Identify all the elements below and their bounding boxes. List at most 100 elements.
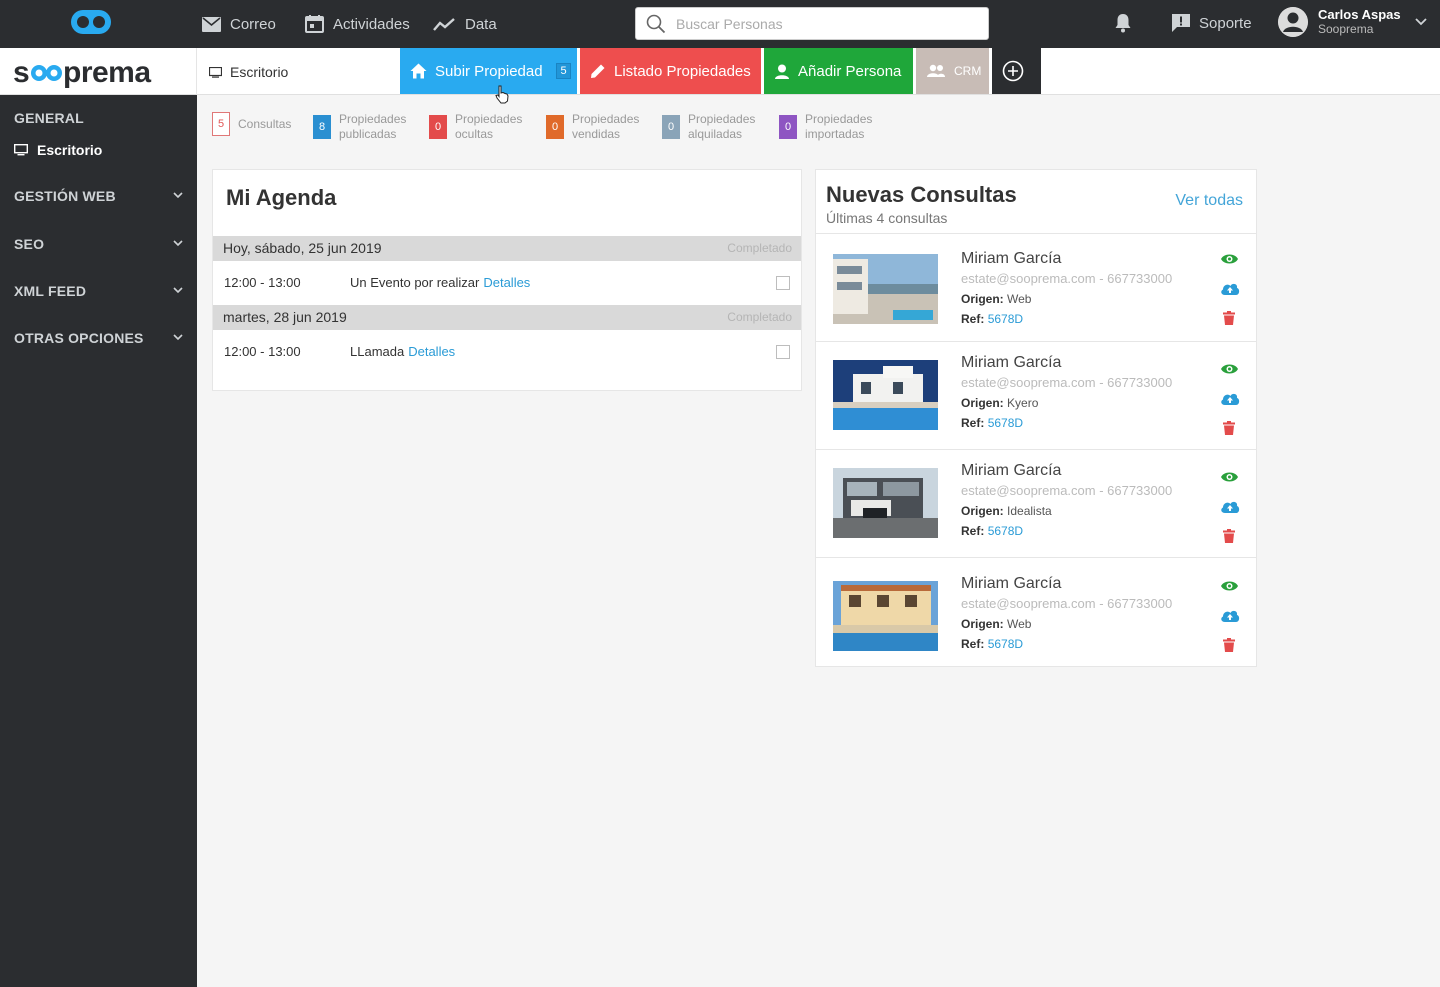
sidebar: GENERAL Escritorio GESTIÓN WEB SEO XML F… bbox=[0, 95, 197, 987]
event-complete-checkbox[interactable] bbox=[776, 276, 790, 290]
cloud-upload-icon[interactable] bbox=[1220, 500, 1240, 513]
search-input[interactable] bbox=[676, 15, 966, 32]
sidebar-section-label: OTRAS OPCIONES bbox=[14, 330, 144, 346]
event-name: Un Evento por realizar bbox=[350, 275, 480, 290]
sidebar-item-escritorio[interactable]: Escritorio bbox=[14, 142, 102, 158]
eye-icon[interactable] bbox=[1220, 580, 1239, 592]
anadir-persona-label: Añadir Persona bbox=[798, 62, 902, 80]
event-complete-checkbox[interactable] bbox=[776, 345, 790, 359]
consulta-item[interactable]: Miriam García estate@sooprema.com - 6677… bbox=[816, 341, 1256, 449]
consulta-origin: Idealista bbox=[1007, 504, 1052, 518]
stat-label: Propiedades bbox=[805, 112, 873, 126]
stat-sublabel: alquiladas bbox=[688, 127, 743, 141]
consulta-item[interactable]: Miriam García estate@sooprema.com - 6677… bbox=[816, 449, 1256, 557]
sidebar-section-gestion-web[interactable]: GESTIÓN WEB bbox=[14, 188, 184, 204]
notifications-bell-icon[interactable] bbox=[1114, 13, 1132, 33]
top-bar: Correo Actividades Data Soporte Carlos A… bbox=[0, 0, 1440, 48]
nav-actividades[interactable]: Actividades bbox=[305, 13, 410, 35]
event-details-link[interactable]: Detalles bbox=[483, 275, 530, 290]
breadcrumb[interactable]: Escritorio bbox=[209, 64, 288, 80]
ref-label: Ref: bbox=[961, 312, 985, 326]
property-thumbnail[interactable] bbox=[833, 468, 938, 538]
svg-text:s: s bbox=[13, 56, 29, 89]
stat-consultas[interactable]: 5 Consultas bbox=[212, 112, 291, 136]
agenda-day-label: Hoy, sábado, 25 jun 2019 bbox=[223, 240, 382, 256]
ref-label: Ref: bbox=[961, 637, 985, 651]
eye-icon[interactable] bbox=[1220, 363, 1239, 375]
consulta-origin: Web bbox=[1007, 617, 1032, 631]
property-thumbnail[interactable] bbox=[833, 360, 938, 430]
chevron-down-icon[interactable] bbox=[173, 192, 183, 199]
stat-alquiladas[interactable]: 0 Propiedades alquiladas bbox=[662, 112, 755, 142]
search-box[interactable] bbox=[635, 7, 989, 40]
consulta-name: Miriam García bbox=[961, 575, 1062, 592]
property-thumbnail[interactable] bbox=[833, 254, 938, 324]
origin-label: Origen: bbox=[961, 617, 1004, 631]
stat-count-badge: 0 bbox=[546, 115, 564, 139]
subir-propiedad-button[interactable]: Subir Propiedad 5 bbox=[400, 48, 577, 94]
agenda-day-header: martes, 28 jun 2019 Completado bbox=[213, 305, 801, 330]
app-logo-icon[interactable] bbox=[70, 9, 112, 35]
sidebar-section-xml-feed[interactable]: XML FEED bbox=[14, 283, 184, 299]
event-time: 12:00 - 13:00 bbox=[224, 275, 301, 290]
consulta-ref-link[interactable]: 5678D bbox=[988, 416, 1023, 430]
consulta-contact: estate@sooprema.com - 667733000 bbox=[961, 596, 1173, 611]
consulta-origin: Web bbox=[1007, 292, 1032, 306]
trash-icon[interactable] bbox=[1223, 311, 1235, 325]
cloud-upload-icon[interactable] bbox=[1220, 282, 1240, 295]
stat-label: Propiedades bbox=[339, 112, 407, 126]
eye-icon[interactable] bbox=[1220, 471, 1239, 483]
ver-todas-link[interactable]: Ver todas bbox=[1175, 192, 1243, 210]
calendar-icon bbox=[305, 15, 324, 33]
trash-icon[interactable] bbox=[1223, 638, 1235, 652]
anadir-persona-button[interactable]: Añadir Persona bbox=[764, 48, 913, 94]
consulta-ref-link[interactable]: 5678D bbox=[988, 312, 1023, 326]
property-photo-icon bbox=[833, 581, 938, 651]
event-details-link[interactable]: Detalles bbox=[408, 344, 455, 359]
add-shortcut-button[interactable] bbox=[992, 48, 1041, 94]
ref-label: Ref: bbox=[961, 524, 985, 538]
trash-icon[interactable] bbox=[1223, 529, 1235, 543]
ref-label: Ref: bbox=[961, 416, 985, 430]
pending-count-badge: 5 bbox=[556, 63, 571, 79]
consulta-name: Miriam García bbox=[961, 462, 1062, 479]
sidebar-section-otras-opciones[interactable]: OTRAS OPCIONES bbox=[14, 330, 184, 346]
sidebar-section-label: XML FEED bbox=[14, 283, 87, 299]
consulta-ref-link[interactable]: 5678D bbox=[988, 637, 1023, 651]
eye-icon[interactable] bbox=[1220, 253, 1239, 265]
action-bar: s prema Escritorio Subir Propiedad 5 Lis… bbox=[0, 48, 1440, 95]
chevron-down-icon[interactable] bbox=[173, 334, 183, 341]
breadcrumb-label: Escritorio bbox=[230, 64, 289, 80]
nav-correo[interactable]: Correo bbox=[202, 13, 276, 35]
stat-vendidas[interactable]: 0 Propiedades vendidas bbox=[546, 112, 639, 142]
chevron-down-icon[interactable] bbox=[173, 287, 183, 294]
stat-importadas[interactable]: 0 Propiedades importadas bbox=[779, 112, 872, 142]
consulta-item[interactable]: Miriam García estate@sooprema.com - 6677… bbox=[816, 557, 1256, 667]
sidebar-section-general: GENERAL bbox=[14, 110, 84, 126]
consulta-ref-link[interactable]: 5678D bbox=[988, 524, 1023, 538]
brand-logo[interactable]: s prema bbox=[0, 48, 197, 95]
sidebar-section-label: GESTIÓN WEB bbox=[14, 188, 116, 204]
support-link[interactable]: Soporte bbox=[1171, 13, 1252, 33]
chevron-down-icon[interactable] bbox=[1414, 18, 1427, 26]
stat-publicadas[interactable]: 8 Propiedades publicadas bbox=[313, 112, 406, 142]
origin-label: Origen: bbox=[961, 292, 1004, 306]
user-menu[interactable]: Carlos Aspas Sooprema bbox=[1278, 7, 1427, 37]
crm-button[interactable]: CRM bbox=[916, 48, 989, 94]
stat-sublabel: ocultas bbox=[455, 127, 494, 141]
cloud-upload-icon[interactable] bbox=[1220, 609, 1240, 622]
desktop-icon bbox=[209, 66, 222, 78]
trash-icon[interactable] bbox=[1223, 421, 1235, 435]
stat-label: Propiedades bbox=[688, 112, 756, 126]
sidebar-section-label: SEO bbox=[14, 236, 45, 252]
listado-propiedades-button[interactable]: Listado Propiedades bbox=[580, 48, 761, 94]
consultas-subtitle: Últimas 4 consultas bbox=[826, 210, 948, 226]
chevron-down-icon[interactable] bbox=[173, 240, 183, 247]
consulta-item[interactable]: Miriam García estate@sooprema.com - 6677… bbox=[816, 233, 1256, 341]
nav-data[interactable]: Data bbox=[433, 13, 497, 35]
cloud-upload-icon[interactable] bbox=[1220, 392, 1240, 405]
person-icon bbox=[775, 64, 789, 79]
sidebar-section-seo[interactable]: SEO bbox=[14, 236, 184, 252]
stat-ocultas[interactable]: 0 Propiedades ocultas bbox=[429, 112, 522, 142]
property-thumbnail[interactable] bbox=[833, 581, 938, 651]
